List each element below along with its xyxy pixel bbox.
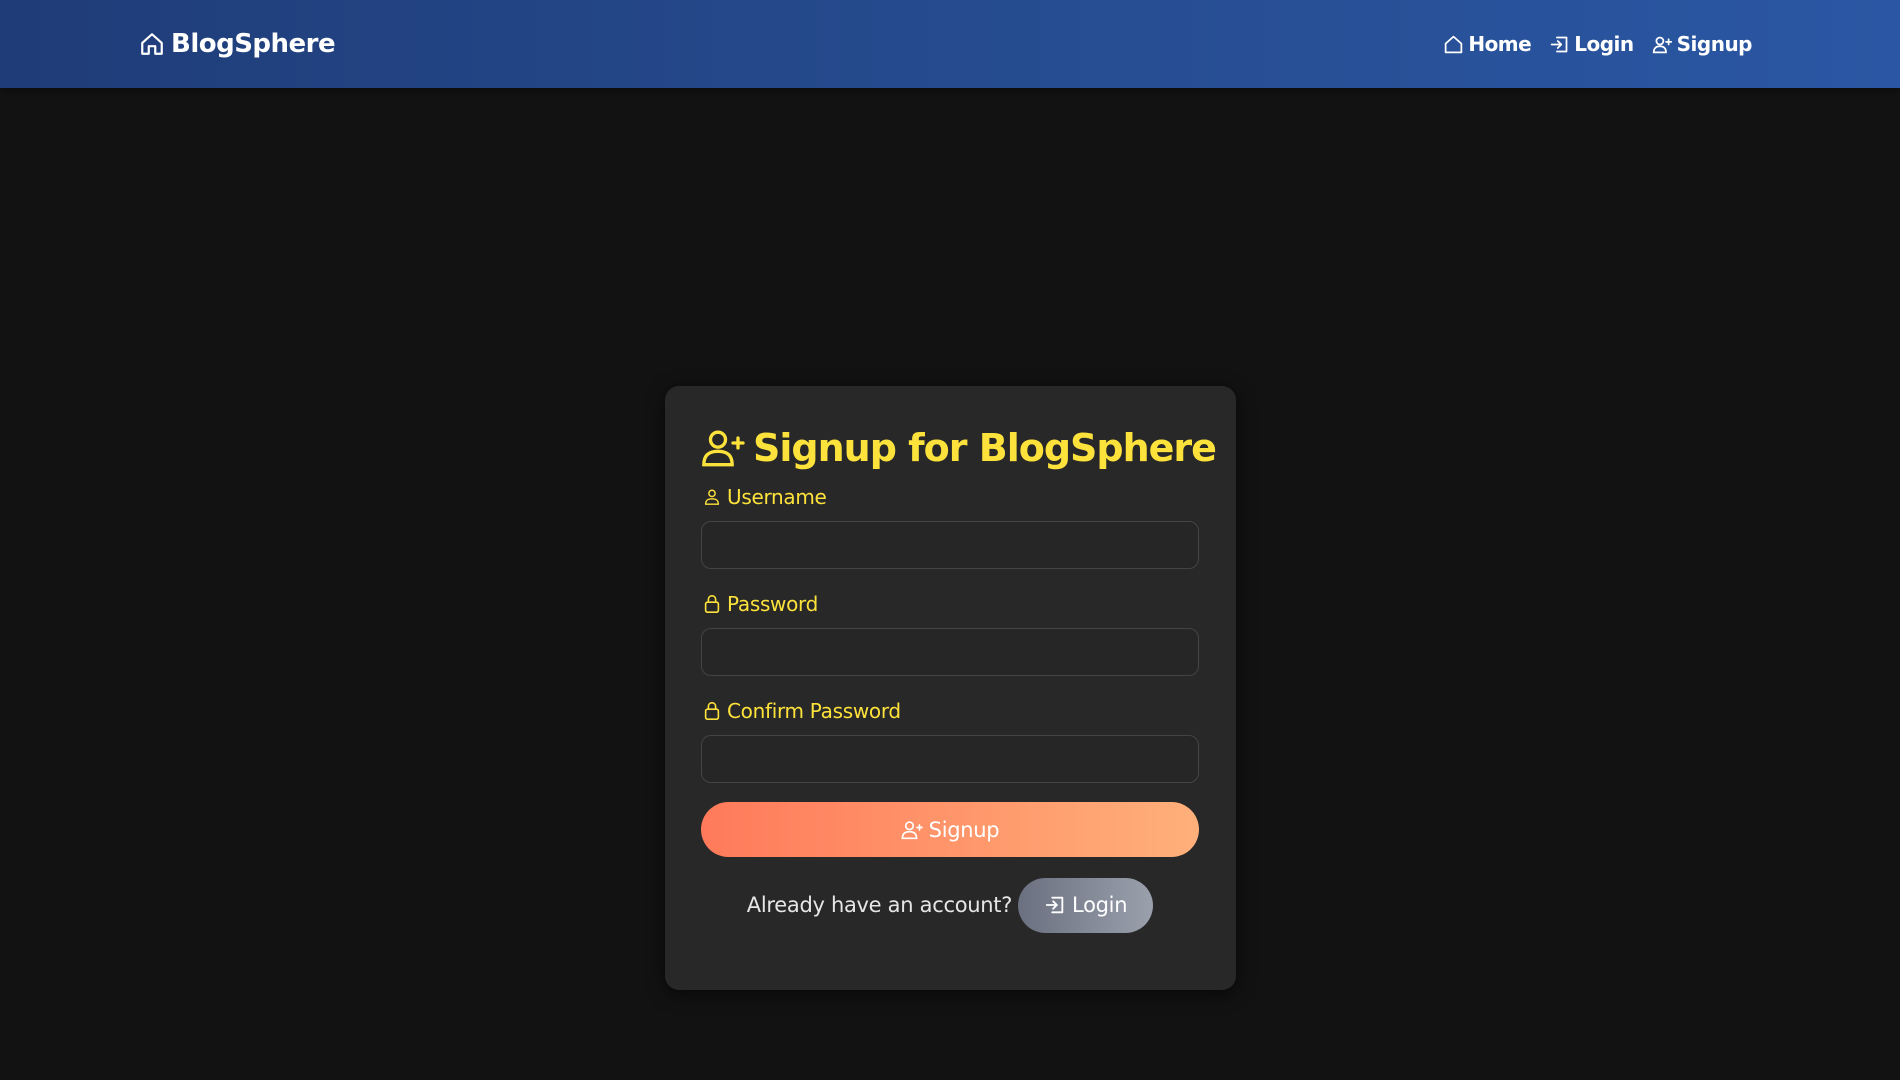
lock-icon <box>703 594 721 614</box>
password-input[interactable] <box>701 628 1199 676</box>
page-title-text: Signup for BlogSphere <box>753 426 1217 470</box>
nav-login-label: Login <box>1574 32 1634 56</box>
password-label: Password <box>703 592 818 616</box>
username-label-text: Username <box>727 485 827 509</box>
signup-button[interactable]: Signup <box>701 802 1199 857</box>
nav-signup-link[interactable]: Signup <box>1652 32 1753 56</box>
person-add-icon <box>901 820 923 840</box>
login-icon <box>1549 34 1570 55</box>
confirm-password-label-text: Confirm Password <box>727 699 901 723</box>
username-input[interactable] <box>701 521 1199 569</box>
username-label: Username <box>703 485 827 509</box>
lock-icon <box>703 701 721 721</box>
nav-home-label: Home <box>1468 32 1532 56</box>
nav-signup-label: Signup <box>1676 32 1753 56</box>
login-icon <box>1044 894 1066 916</box>
signup-card: Signup for BlogSphere Username Password … <box>665 386 1236 990</box>
login-prompt-text: Already have an account? <box>746 893 1013 917</box>
person-add-icon <box>1652 34 1673 55</box>
brand-link[interactable]: BlogSphere <box>139 24 336 64</box>
top-navbar: BlogSphere Home Login Signup <box>0 0 1900 88</box>
home-icon <box>139 31 165 57</box>
login-button-label: Login <box>1072 893 1128 917</box>
nav-login-link[interactable]: Login <box>1549 32 1634 56</box>
login-button[interactable]: Login <box>1018 877 1154 933</box>
password-label-text: Password <box>727 592 819 616</box>
confirm-password-input[interactable] <box>701 735 1199 783</box>
nav-home-link[interactable]: Home <box>1443 32 1532 56</box>
brand-label: BlogSphere <box>171 29 336 59</box>
person-icon <box>703 487 721 507</box>
signup-button-label: Signup <box>928 817 1000 842</box>
nav-links: Home Login Signup <box>1443 26 1753 62</box>
confirm-password-label: Confirm Password <box>703 699 901 723</box>
login-prompt: Already have an account? Login <box>701 877 1199 933</box>
person-add-icon <box>701 428 745 468</box>
page-title: Signup for BlogSphere <box>701 426 1217 470</box>
home-icon <box>1443 34 1464 55</box>
